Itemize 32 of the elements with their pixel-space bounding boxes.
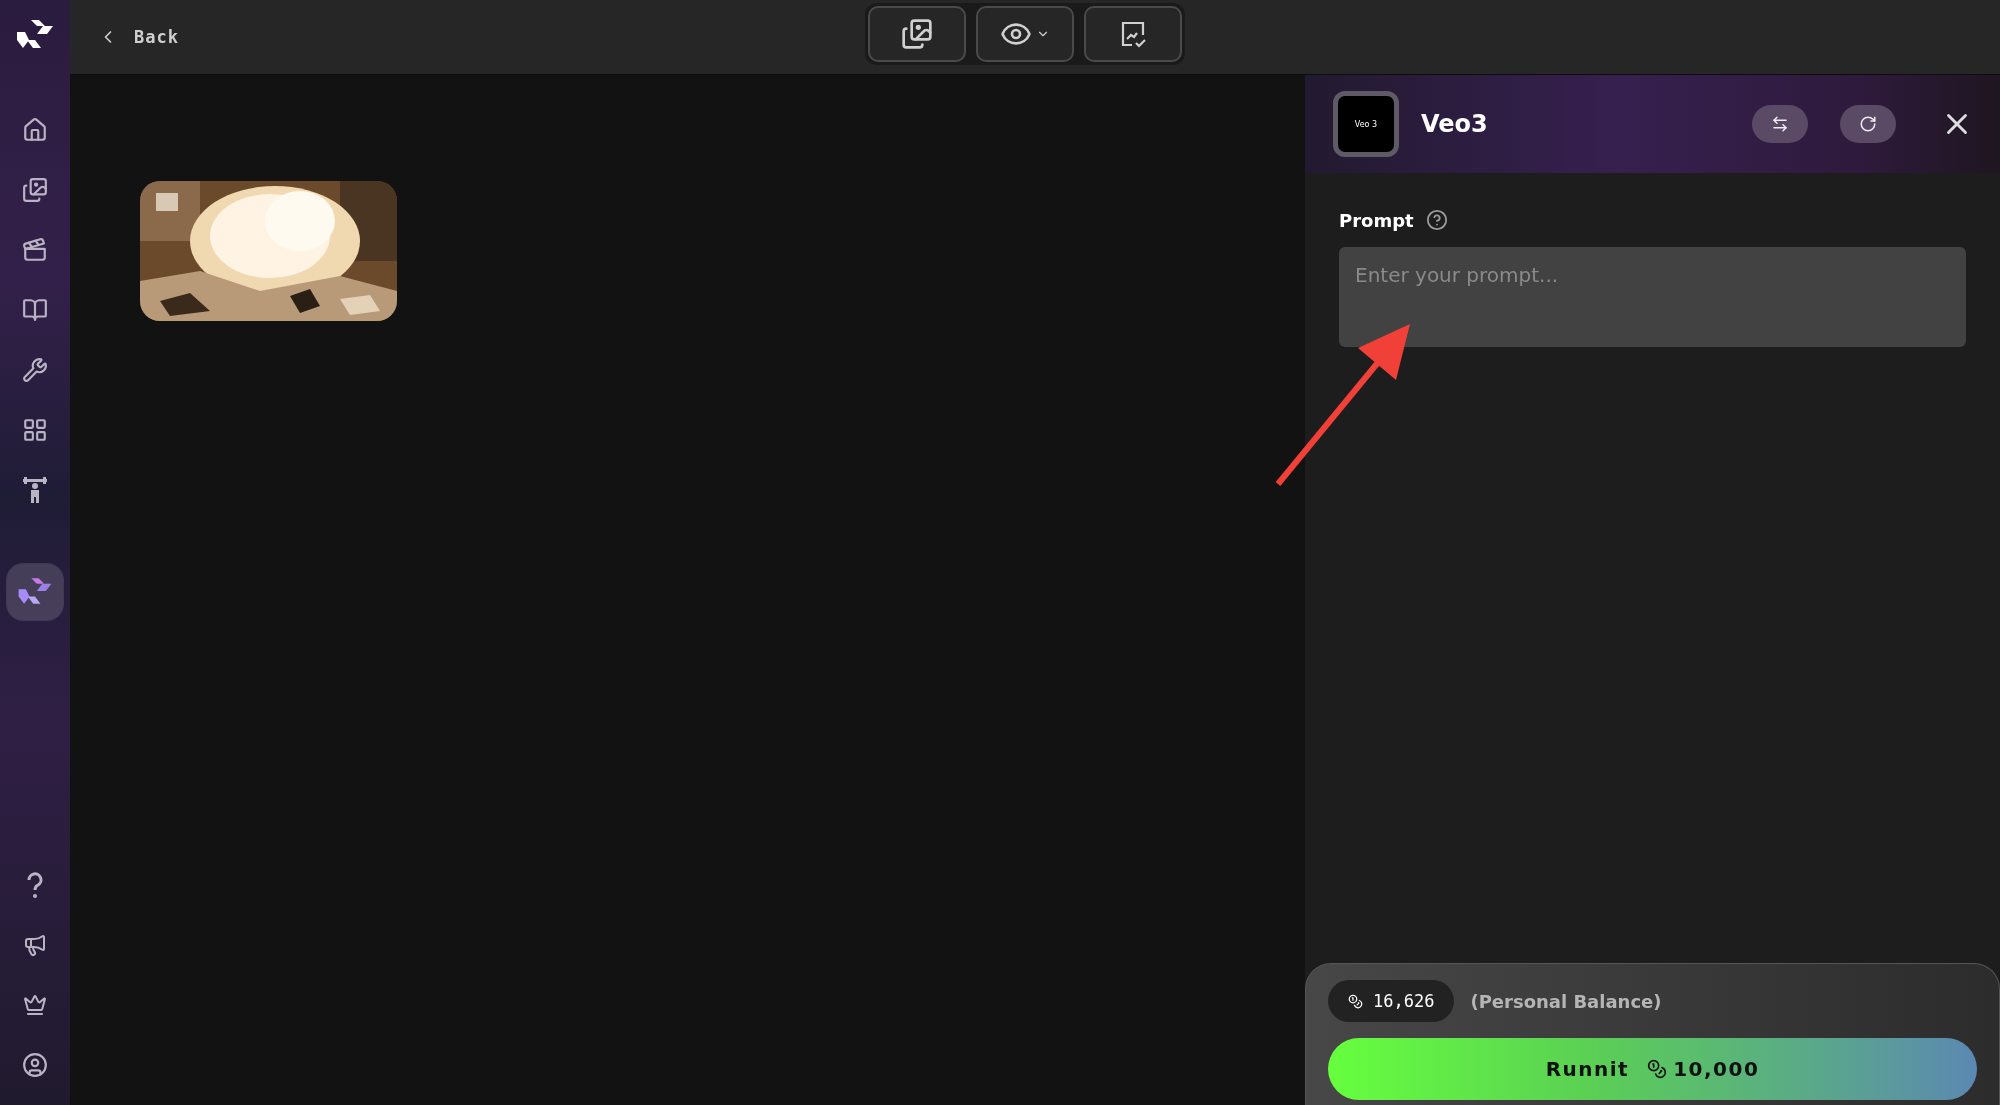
- app-logo-button[interactable]: [7, 564, 63, 620]
- home-icon: [22, 117, 48, 143]
- balance-label: (Personal Balance): [1470, 990, 1662, 1012]
- crown-icon: [23, 993, 47, 1017]
- grid-icon: [22, 417, 48, 443]
- prompt-field[interactable]: Enter your prompt...: [1339, 247, 1966, 347]
- weightlifter-icon: [21, 476, 49, 504]
- tools-icon: [22, 357, 48, 383]
- run-cost: 10,000: [1673, 1057, 1760, 1081]
- refresh-icon: [1859, 115, 1877, 133]
- swap-arrows-icon: [1771, 115, 1789, 133]
- coins-icon: [1647, 1059, 1668, 1079]
- profile-icon: [22, 1052, 48, 1078]
- book-icon: [22, 297, 48, 323]
- back-button[interactable]: Back: [92, 26, 185, 48]
- prompt-label: Prompt: [1339, 209, 1414, 231]
- logo-text: Veo 3: [1354, 119, 1378, 129]
- swap-button[interactable]: [1752, 105, 1808, 143]
- balance-amount: 16,626: [1373, 991, 1435, 1011]
- gallery-button[interactable]: [868, 6, 966, 62]
- gallery-icon: [901, 18, 933, 50]
- megaphone-icon: [23, 933, 47, 957]
- run-button[interactable]: Runnit 10,000: [1328, 1038, 1977, 1100]
- coins-icon: [1348, 993, 1363, 1009]
- chart-check-button[interactable]: [1084, 6, 1182, 62]
- clapperboard-icon: [22, 237, 48, 263]
- model-title: Veo3: [1421, 110, 1489, 138]
- gallery-icon: [22, 177, 48, 203]
- run-label: Runnit: [1545, 1057, 1630, 1081]
- help-icon: [1425, 209, 1448, 231]
- refresh-button[interactable]: [1840, 105, 1896, 143]
- view-dropdown-button[interactable]: [976, 6, 1074, 62]
